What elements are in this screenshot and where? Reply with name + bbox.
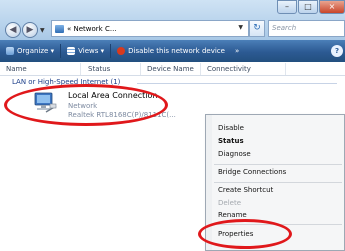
menu-item-bridge-connections[interactable]: Bridge Connections <box>218 168 286 176</box>
help-icon[interactable]: ? <box>331 45 343 57</box>
views-icon <box>67 47 76 55</box>
column-divider[interactable] <box>200 63 201 75</box>
group-divider <box>137 83 337 84</box>
menu-separator <box>214 224 342 225</box>
context-menu: Disable Status Diagnose Bridge Connectio… <box>205 114 345 251</box>
disable-label: Disable this network device <box>128 47 225 55</box>
toolbar-overflow-button[interactable]: » <box>231 47 243 55</box>
organize-icon <box>6 47 14 55</box>
minimize-button[interactable]: – <box>277 0 297 14</box>
network-connections-window: – □ × ◀ ▶ ▼ « Network C... ▼ ↻ Search Or… <box>0 0 345 251</box>
forward-button[interactable]: ▶ <box>22 22 38 38</box>
back-arrow-icon: ◀ <box>9 25 17 35</box>
command-toolbar: Organize ▾ Views ▾ Disable this network … <box>0 40 345 62</box>
group-header[interactable]: LAN or High-Speed Internet (1) <box>12 78 345 90</box>
back-button[interactable]: ◀ <box>5 22 21 38</box>
column-divider[interactable] <box>285 63 286 75</box>
menu-separator <box>214 164 342 165</box>
organize-button[interactable]: Organize ▾ <box>0 47 60 55</box>
title-bar: – □ × ◀ ▶ ▼ « Network C... ▼ ↻ Search <box>0 0 345 40</box>
search-input[interactable]: Search <box>268 20 345 37</box>
address-dropdown-icon[interactable]: ▼ <box>238 24 243 31</box>
column-headers: Name Status Device Name Connectivity <box>0 62 345 76</box>
views-label: Views ▾ <box>78 47 105 55</box>
window-controls: – □ × <box>276 0 345 16</box>
address-path: « Network C... <box>67 24 117 33</box>
menu-item-properties[interactable]: Properties <box>218 230 253 238</box>
column-header-device-name[interactable]: Device Name <box>147 65 194 73</box>
connection-status: Network <box>68 102 98 110</box>
views-button[interactable]: Views ▾ <box>61 47 110 55</box>
menu-item-diagnose[interactable]: Diagnose <box>218 150 251 158</box>
disable-device-button[interactable]: Disable this network device <box>111 47 231 55</box>
menu-item-disable[interactable]: Disable <box>218 124 244 132</box>
network-folder-icon <box>55 24 64 33</box>
menu-gutter <box>206 115 212 250</box>
column-header-connectivity[interactable]: Connectivity <box>207 65 251 73</box>
address-bar[interactable]: « Network C... ▼ <box>51 20 249 37</box>
menu-item-rename[interactable]: Rename <box>218 211 247 219</box>
close-button[interactable]: × <box>319 0 345 14</box>
column-header-status[interactable]: Status <box>88 65 110 73</box>
network-adapter-icon <box>34 92 57 113</box>
forward-arrow-icon: ▶ <box>26 25 34 35</box>
column-header-name[interactable]: Name <box>6 65 27 73</box>
menu-separator <box>214 182 342 183</box>
recent-pages-dropdown-icon[interactable]: ▼ <box>40 27 45 34</box>
connection-name: Local Area Connection <box>68 91 158 100</box>
menu-item-create-shortcut[interactable]: Create Shortcut <box>218 186 273 194</box>
column-divider[interactable] <box>80 63 81 75</box>
disable-icon <box>117 47 126 55</box>
menu-item-delete: Delete <box>218 199 241 207</box>
column-divider[interactable] <box>140 63 141 75</box>
connection-device: Realtek RTL8168C(P)/8111C(... <box>68 111 176 119</box>
refresh-icon: ↻ <box>253 23 261 33</box>
maximize-button[interactable]: □ <box>298 0 318 14</box>
organize-label: Organize ▾ <box>17 47 55 55</box>
refresh-button[interactable]: ↻ <box>249 20 265 37</box>
menu-item-status[interactable]: Status <box>218 137 244 145</box>
group-header-label: LAN or High-Speed Internet (1) <box>12 78 121 86</box>
